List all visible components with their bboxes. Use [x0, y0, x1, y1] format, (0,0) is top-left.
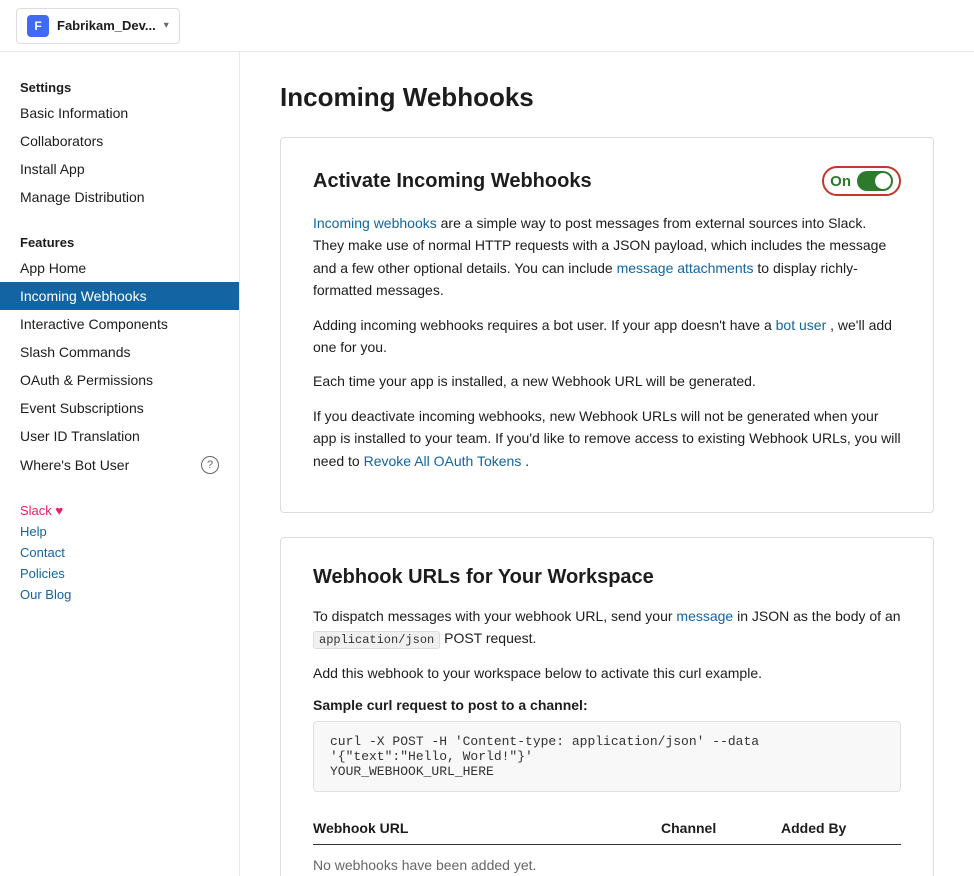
curl-label: Sample curl request to post to a channel…	[313, 697, 901, 713]
help-circle-icon: ?	[201, 456, 219, 474]
activate-paragraph-2: Adding incoming webhooks requires a bot …	[313, 314, 901, 359]
webhook-intro: To dispatch messages with your webhook U…	[313, 605, 901, 651]
message-attachments-link[interactable]: message attachments	[617, 260, 754, 276]
sidebar-item-install-app[interactable]: Install App	[0, 155, 239, 183]
activate-paragraph-1: Incoming webhooks are a simple way to po…	[313, 212, 901, 302]
toggle-label: On	[830, 173, 851, 190]
footer-link-help[interactable]: Help	[20, 521, 219, 542]
sidebar-item-app-home[interactable]: App Home	[0, 254, 239, 282]
bot-user-link[interactable]: bot user	[776, 317, 827, 333]
webhook-url-header: Webhook URL	[313, 812, 661, 845]
sidebar-footer: Slack ♥ Help Contact Policies Our Blog	[0, 480, 239, 605]
layout: Settings Basic Information Collaborators…	[0, 52, 974, 876]
webhook-empty-row: No webhooks have been added yet.	[313, 844, 901, 876]
message-link[interactable]: message	[676, 608, 733, 624]
footer-link-slack[interactable]: Slack ♥	[20, 500, 219, 521]
webhook-add-note: Add this webhook to your workspace below…	[313, 662, 901, 684]
chevron-down-icon: ▾	[164, 20, 169, 31]
main-content: Incoming Webhooks Activate Incoming Webh…	[240, 52, 974, 876]
sidebar-item-basic-information[interactable]: Basic Information	[0, 99, 239, 127]
activate-paragraph-4: If you deactivate incoming webhooks, new…	[313, 405, 901, 472]
sidebar-item-user-id-translation[interactable]: User ID Translation	[0, 422, 239, 450]
sidebar-item-interactive-components[interactable]: Interactive Components	[0, 310, 239, 338]
added-by-header: Added By	[781, 812, 901, 845]
activate-webhooks-card: Activate Incoming Webhooks On Incoming w…	[280, 137, 934, 513]
sidebar-item-manage-distribution[interactable]: Manage Distribution	[0, 183, 239, 211]
wheres-bot-user-label: Where's Bot User	[20, 457, 129, 473]
incoming-webhooks-link[interactable]: Incoming webhooks	[313, 215, 437, 231]
sidebar-item-oauth-permissions[interactable]: OAuth & Permissions	[0, 366, 239, 394]
sidebar-item-collaborators[interactable]: Collaborators	[0, 127, 239, 155]
settings-section-title: Settings	[0, 72, 239, 99]
footer-link-contact[interactable]: Contact	[20, 542, 219, 563]
workspace-name: Fabrikam_Dev...	[57, 18, 156, 33]
sidebar: Settings Basic Information Collaborators…	[0, 52, 240, 876]
page-title: Incoming Webhooks	[280, 82, 934, 113]
footer-link-our-blog[interactable]: Our Blog	[20, 584, 219, 605]
activate-section-title: Activate Incoming Webhooks	[313, 170, 592, 193]
webhook-urls-card: Webhook URLs for Your Workspace To dispa…	[280, 537, 934, 876]
sidebar-item-incoming-webhooks[interactable]: Incoming Webhooks	[0, 282, 239, 310]
revoke-oauth-link[interactable]: Revoke All OAuth Tokens	[364, 453, 522, 469]
toggle-switch[interactable]	[857, 171, 893, 191]
sidebar-item-slash-commands[interactable]: Slash Commands	[0, 338, 239, 366]
channel-header: Channel	[661, 812, 781, 845]
activate-paragraph-3: Each time your app is installed, a new W…	[313, 370, 901, 392]
application-json-code: application/json	[313, 631, 440, 649]
workspace-icon: F	[27, 15, 49, 37]
toggle-container[interactable]: On	[822, 166, 901, 196]
header: F Fabrikam_Dev... ▾	[0, 0, 974, 52]
toggle-knob	[875, 173, 891, 189]
sidebar-item-wheres-bot-user[interactable]: Where's Bot User ?	[0, 450, 239, 480]
features-section-title: Features	[0, 227, 239, 254]
activate-section-header: Activate Incoming Webhooks On	[313, 166, 901, 196]
curl-code-block: curl -X POST -H 'Content-type: applicati…	[313, 721, 901, 792]
empty-message: No webhooks have been added yet.	[313, 844, 901, 876]
webhook-table: Webhook URL Channel Added By No webhooks…	[313, 812, 901, 876]
footer-link-policies[interactable]: Policies	[20, 563, 219, 584]
webhook-urls-title: Webhook URLs for Your Workspace	[313, 566, 901, 589]
sidebar-item-event-subscriptions[interactable]: Event Subscriptions	[0, 394, 239, 422]
workspace-selector[interactable]: F Fabrikam_Dev... ▾	[16, 8, 180, 44]
